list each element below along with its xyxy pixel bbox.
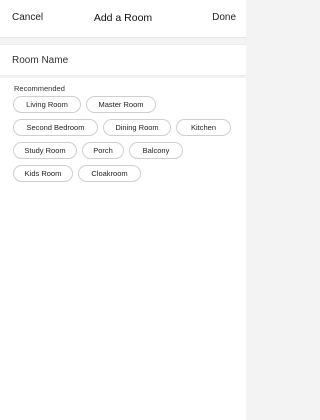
room-name-row (0, 44, 246, 76)
done-button[interactable]: Done (212, 12, 236, 23)
chip-cloakroom[interactable]: Cloakroom (78, 165, 141, 182)
page-title: Add a Room (93, 12, 153, 24)
recommended-panel: Recommended Living Room Master Room Seco… (0, 78, 246, 420)
chip-kitchen[interactable]: Kitchen (176, 119, 231, 136)
add-room-screen: Cancel Add a Room Done Recommended Livin… (0, 0, 246, 420)
chip-kids-room[interactable]: Kids Room (13, 165, 73, 182)
chip-balcony[interactable]: Balcony (129, 142, 183, 159)
chip-row: Kids Room Cloakroom (13, 165, 238, 182)
recommended-chips: Living Room Master Room Second Bedroom D… (13, 96, 238, 188)
chip-dining-room[interactable]: Dining Room (103, 119, 171, 136)
chip-living-room[interactable]: Living Room (13, 96, 81, 113)
chip-row: Living Room Master Room (13, 96, 238, 113)
room-name-input[interactable] (12, 52, 234, 68)
navigation-bar: Cancel Add a Room Done (0, 0, 246, 38)
chip-row: Second Bedroom Dining Room Kitchen (13, 119, 238, 136)
chip-second-bedroom[interactable]: Second Bedroom (13, 119, 98, 136)
chip-porch[interactable]: Porch (82, 142, 124, 159)
recommended-label: Recommended (14, 84, 65, 93)
chip-row: Study Room Porch Balcony (13, 142, 238, 159)
chip-study-room[interactable]: Study Room (13, 142, 77, 159)
chip-master-room[interactable]: Master Room (86, 96, 156, 113)
